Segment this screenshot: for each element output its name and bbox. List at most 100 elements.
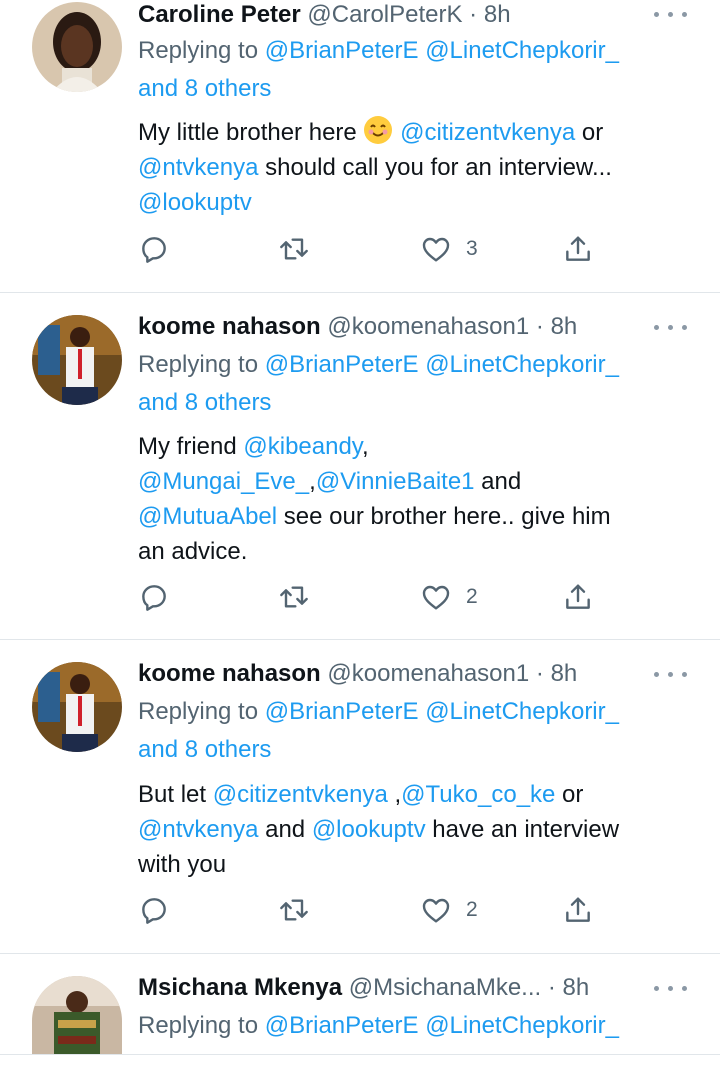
text-segment: see our brother here.. give him bbox=[277, 503, 611, 530]
text-segment: My little brother here bbox=[138, 119, 364, 146]
tweet-actions: 3 bbox=[138, 232, 598, 266]
retweet-icon bbox=[280, 899, 308, 921]
reply-button[interactable] bbox=[138, 232, 170, 266]
like-button[interactable]: 3 bbox=[420, 232, 478, 266]
author-handle[interactable]: @CarolPeterK bbox=[307, 1, 462, 28]
author-name[interactable]: Msichana Mkenya bbox=[138, 974, 342, 1001]
author-name[interactable]: Caroline Peter bbox=[138, 1, 301, 28]
text-segment: , bbox=[362, 433, 369, 460]
more-options-icon[interactable] bbox=[654, 978, 688, 998]
avatar[interactable] bbox=[32, 2, 122, 92]
mention-link[interactable]: @MutuaAbel bbox=[138, 503, 277, 530]
retweet-button[interactable] bbox=[278, 232, 310, 266]
share-button[interactable] bbox=[562, 893, 594, 927]
text-segment: or bbox=[575, 119, 604, 146]
smiling-face-emoji bbox=[364, 116, 393, 144]
share-button[interactable] bbox=[562, 580, 594, 614]
reply-icon bbox=[142, 898, 166, 924]
like-button[interactable]: 2 bbox=[420, 893, 478, 927]
mention-link[interactable]: @Mungai_Eve_ bbox=[138, 468, 309, 495]
others-link[interactable]: and 8 others bbox=[138, 75, 271, 102]
tweet-card[interactable]: koome nahason @koomenahason1 · 8h Replyi… bbox=[0, 640, 720, 953]
replying-to: Replying to @BrianPeterE @LinetChepkorir… bbox=[138, 32, 680, 108]
replying-to: Replying to @BrianPeterE @LinetChepkorir… bbox=[138, 1007, 680, 1045]
tweet-card[interactable]: Msichana Mkenya @MsichanaMke... · 8h Rep… bbox=[0, 954, 720, 1069]
more-options-icon[interactable] bbox=[654, 664, 688, 684]
tweet-actions: 2 bbox=[138, 580, 598, 614]
author-handle[interactable]: @MsichanaMke... bbox=[349, 974, 541, 1001]
more-options-icon[interactable] bbox=[654, 317, 688, 337]
reply-icon bbox=[142, 585, 166, 611]
timestamp[interactable]: 8h bbox=[563, 974, 590, 1001]
separator-dot: · bbox=[535, 313, 544, 340]
separator-dot: · bbox=[535, 660, 544, 687]
text-segment: My friend bbox=[138, 433, 244, 460]
separator-dot: · bbox=[547, 974, 556, 1001]
more-options-icon[interactable] bbox=[654, 4, 688, 24]
like-button[interactable]: 2 bbox=[420, 580, 478, 614]
mention-link[interactable]: @BrianPeterE bbox=[265, 698, 419, 725]
timestamp[interactable]: 8h bbox=[551, 660, 578, 687]
author-name[interactable]: koome nahason bbox=[138, 313, 321, 340]
mention-link[interactable]: @LinetChepkorir_ bbox=[425, 1012, 619, 1039]
like-count: 2 bbox=[466, 585, 478, 608]
mention-link[interactable]: @lookuptv bbox=[312, 816, 426, 843]
like-count: 3 bbox=[466, 237, 478, 260]
mention-link[interactable]: @LinetChepkorir_ bbox=[425, 698, 619, 725]
text-segment: an advice. bbox=[138, 538, 248, 565]
tweet-text: My little brother here @citizentvkenya o… bbox=[138, 115, 680, 220]
avatar[interactable] bbox=[32, 315, 122, 405]
author-handle[interactable]: @koomenahason1 bbox=[327, 660, 529, 687]
text-segment: and bbox=[474, 468, 522, 495]
mention-link[interactable]: @VinnieBaite1 bbox=[316, 468, 475, 495]
retweet-icon bbox=[280, 238, 308, 260]
mention-link[interactable]: @BrianPeterE bbox=[265, 37, 419, 64]
text-segment: should call you for an interview... bbox=[258, 154, 612, 181]
reply-button[interactable] bbox=[138, 580, 170, 614]
retweet-button[interactable] bbox=[278, 893, 310, 927]
mention-link[interactable]: @Tuko_co_ke bbox=[401, 781, 555, 808]
text-segment: , bbox=[309, 468, 316, 495]
author-name[interactable]: koome nahason bbox=[138, 660, 321, 687]
reply-button[interactable] bbox=[138, 893, 170, 927]
others-link[interactable]: and 8 others bbox=[138, 389, 271, 416]
avatar[interactable] bbox=[32, 662, 122, 752]
share-button[interactable] bbox=[562, 232, 594, 266]
replying-to: Replying to @BrianPeterE @LinetChepkorir… bbox=[138, 346, 680, 422]
tweet-text: My friend @kibeandy, @Mungai_Eve_,@Vinni… bbox=[138, 429, 680, 569]
mention-link[interactable]: @citizentvkenya bbox=[400, 119, 575, 146]
text-segment: have an interview bbox=[425, 816, 620, 843]
like-count: 2 bbox=[466, 898, 478, 921]
heart-icon bbox=[422, 898, 450, 923]
retweet-button[interactable] bbox=[278, 580, 310, 614]
others-link[interactable]: and 8 others bbox=[138, 736, 271, 763]
text-segment: , bbox=[387, 781, 402, 808]
share-icon bbox=[566, 584, 590, 609]
reply-icon bbox=[142, 237, 166, 263]
bottom-divider bbox=[0, 1054, 720, 1055]
replying-to-label: Replying to bbox=[138, 37, 265, 64]
mention-link[interactable]: @BrianPeterE bbox=[265, 351, 419, 378]
mention-link[interactable]: @ntvkenya bbox=[138, 816, 258, 843]
text-segment: with you bbox=[138, 851, 227, 878]
tweet-card[interactable]: koome nahason @koomenahason1 · 8h Replyi… bbox=[0, 293, 720, 639]
mention-link[interactable]: @ntvkenya bbox=[138, 154, 258, 181]
mention-link[interactable]: @LinetChepkorir_ bbox=[425, 351, 619, 378]
tweet-actions: 2 bbox=[138, 893, 598, 927]
mention-link[interactable]: @lookuptv bbox=[138, 189, 252, 216]
share-icon bbox=[566, 897, 590, 922]
mention-link[interactable]: @kibeandy bbox=[243, 433, 362, 460]
mention-link[interactable]: @BrianPeterE bbox=[265, 1012, 419, 1039]
author-handle[interactable]: @koomenahason1 bbox=[327, 313, 529, 340]
text-segment: or bbox=[555, 781, 584, 808]
replying-to-label: Replying to bbox=[138, 698, 265, 725]
mention-link[interactable]: @LinetChepkorir_ bbox=[425, 37, 619, 64]
timestamp[interactable]: 8h bbox=[551, 313, 578, 340]
timestamp[interactable]: 8h bbox=[484, 1, 511, 28]
avatar[interactable] bbox=[32, 976, 122, 1054]
heart-icon bbox=[422, 237, 450, 262]
replying-to-label: Replying to bbox=[138, 1012, 265, 1039]
replying-to-label: Replying to bbox=[138, 351, 265, 378]
tweet-card[interactable]: Caroline Peter @CarolPeterK · 8h Replyin… bbox=[0, 0, 720, 292]
mention-link[interactable]: @citizentvkenya bbox=[213, 781, 388, 808]
